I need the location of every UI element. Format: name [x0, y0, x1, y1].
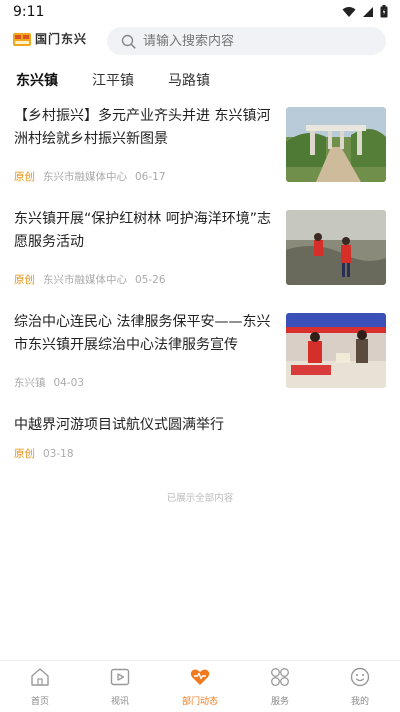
header: 国门东兴 — [0, 26, 400, 58]
news-item[interactable]: 【乡村振兴】多元产业齐头并进 东兴镇河洲村绘就乡村振兴新图景 原创 东兴市融媒体中… — [0, 105, 400, 195]
news-title: 东兴镇开展“保护红树林 呵护海洋环境”志愿服务活动 — [14, 211, 271, 250]
news-date: 05-26 — [135, 274, 166, 286]
news-title: 中越界河游项目试航仪式圆满举行 — [14, 417, 224, 433]
end-of-list-note: 已展示全部内容 — [166, 493, 234, 504]
original-tag: 原创 — [14, 448, 35, 460]
news-item[interactable]: 东兴镇开展“保护红树林 呵护海洋环境”志愿服务活动 原创 东兴市融媒体中心 05-2… — [0, 208, 400, 298]
nav-label: 视讯 — [110, 697, 129, 707]
signal-icon — [363, 6, 373, 17]
nav-label: 首页 — [30, 697, 49, 707]
status-bar: 9:11 — [0, 0, 400, 24]
news-date: 03-18 — [43, 448, 74, 460]
news-item[interactable]: 中越界河游项目试航仪式圆满举行 原创 03-18 — [0, 414, 400, 474]
news-thumbnail — [286, 107, 386, 182]
nav-label: 服务 — [270, 697, 289, 707]
news-source: 东兴市融媒体中心 — [43, 274, 127, 286]
battery-icon — [380, 5, 388, 18]
home-icon — [31, 668, 49, 686]
town-tabs: 东兴镇 江平镇 马路镇 — [0, 66, 400, 94]
app-logo: 国门东兴 — [13, 30, 87, 47]
logo-text: 国门东兴 — [35, 32, 88, 46]
status-time: 9:11 — [13, 4, 45, 20]
news-date: 04-03 — [53, 377, 85, 389]
news-title: 综治中心连民心 法律服务保平安——东兴市东兴镇开展综治中心法律服务宣传 — [14, 314, 271, 353]
news-meta: 原创 东兴市融媒体中心 06-17 — [14, 169, 166, 184]
original-tag: 原创 — [14, 171, 35, 183]
wifi-icon — [342, 6, 356, 17]
search-box[interactable] — [107, 27, 386, 55]
news-source: 东兴市融媒体中心 — [43, 171, 127, 183]
bottom-nav: 首页 视讯 部门动态 服务 我的 — [0, 660, 400, 712]
tab-dongxing[interactable]: 东兴镇 — [16, 70, 58, 90]
news-source: 东兴镇 — [14, 377, 46, 389]
news-thumbnail — [286, 210, 386, 285]
news-meta: 原创 东兴市融媒体中心 05-26 — [14, 272, 166, 287]
heart-icon — [190, 669, 210, 685]
logo-icon — [13, 32, 31, 46]
news-item[interactable]: 综治中心连民心 法律服务保平安——东兴市东兴镇开展综治中心法律服务宣传 东兴镇 0… — [0, 311, 400, 401]
status-icons — [342, 5, 388, 18]
news-meta: 东兴镇 04-03 — [14, 375, 84, 390]
nav-services[interactable]: 服务 — [250, 666, 310, 707]
profile-icon — [350, 667, 370, 687]
news-meta: 原创 03-18 — [14, 446, 74, 461]
search-icon — [121, 34, 136, 49]
tab-jiangping[interactable]: 江平镇 — [92, 70, 134, 90]
search-input[interactable] — [143, 33, 363, 49]
original-tag: 原创 — [14, 274, 35, 286]
services-icon — [271, 668, 289, 686]
tab-malu[interactable]: 马路镇 — [168, 70, 210, 90]
nav-department-news[interactable]: 部门动态 — [170, 666, 230, 707]
nav-label: 我的 — [350, 697, 369, 707]
video-icon — [110, 668, 130, 686]
nav-video[interactable]: 视讯 — [90, 666, 150, 707]
news-title: 【乡村振兴】多元产业齐头并进 东兴镇河洲村绘就乡村振兴新图景 — [14, 108, 271, 147]
news-date: 06-17 — [135, 171, 166, 183]
nav-profile[interactable]: 我的 — [330, 666, 390, 707]
news-thumbnail — [286, 313, 386, 388]
nav-home[interactable]: 首页 — [10, 666, 70, 707]
nav-label: 部门动态 — [181, 697, 218, 707]
